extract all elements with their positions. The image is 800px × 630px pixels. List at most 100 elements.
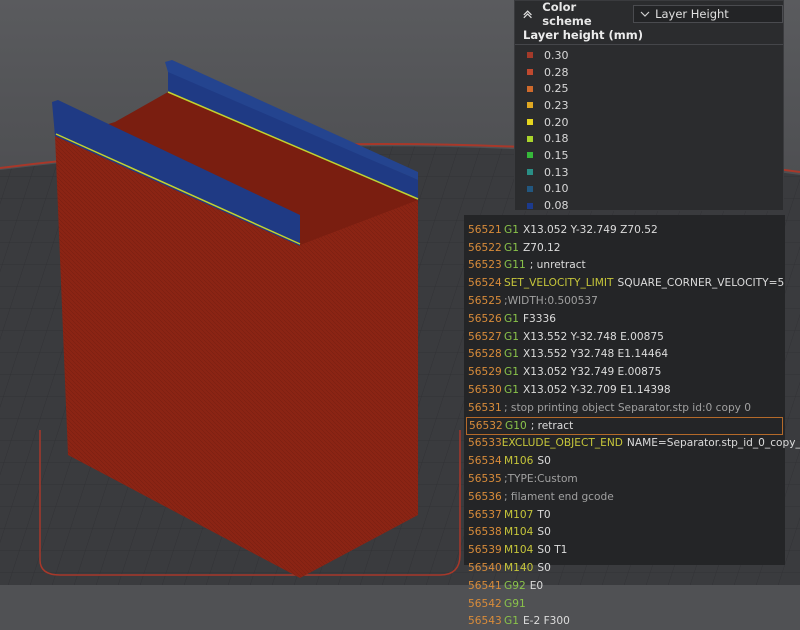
gcode-arguments: X13.052 Y-32.749 Z70.52 — [522, 223, 658, 236]
legend-label: 0.28 — [544, 65, 569, 79]
legend-panel: Color scheme Layer Height Layer height (… — [514, 0, 784, 214]
gcode-viewer[interactable]: 56521 G1 X13.052 Y-32.749 Z70.52 56522 G1 Z70… — [464, 215, 800, 627]
gcode-line[interactable]: 56529 G1 X13.052 Y32.749 E.00875 — [464, 363, 785, 381]
gcode-line-number: 56531 — [468, 401, 502, 414]
gcode-command: M107 — [504, 508, 534, 521]
legend-title: Layer height (mm) — [515, 27, 783, 45]
collapse-chevron-up-icon[interactable] — [521, 7, 534, 21]
gcode-arguments: E-2 F300 — [522, 615, 570, 628]
gcode-arguments: X13.052 Y-32.709 E1.14398 — [522, 384, 671, 397]
gcode-command: G91 — [504, 597, 526, 610]
legend-swatch — [527, 69, 533, 76]
legend-swatch — [527, 52, 533, 59]
gcode-command: G1 — [504, 241, 519, 254]
gcode-line-number: 56540 — [468, 562, 502, 575]
gcode-arguments: NAME=Separator.stp_id_0_copy_0 — [626, 437, 800, 450]
gcode-comment: ; stop printing object Separator.stp id:… — [504, 401, 752, 414]
legend-list: 0.30 0.28 0.25 0.23 0.20 0.18 0.15 0.13 0.10 0.08 — [515, 45, 783, 214]
gcode-command: G1 — [504, 312, 519, 325]
gcode-line[interactable]: 56528 G1 X13.552 Y32.748 E1.14464 — [464, 346, 785, 364]
legend-swatch — [527, 135, 533, 142]
gcode-arguments: S0 — [537, 455, 551, 468]
gcode-line[interactable]: 56522 G1 Z70.12 — [464, 239, 785, 257]
gcode-line[interactable]: 56521 G1 X13.052 Y-32.749 Z70.52 — [464, 221, 785, 239]
legend-swatch — [527, 119, 533, 126]
legend-label: 0.08 — [544, 199, 569, 213]
gcode-line-number: 56521 — [468, 223, 502, 236]
gcode-arguments: S0 — [537, 562, 551, 575]
gcode-line[interactable]: 56533 EXCLUDE_OBJECT_END NAME=Separator.st… — [464, 435, 800, 453]
gcode-line-number: 56543 — [468, 615, 502, 628]
gcode-comment: ; filament end gcode — [504, 490, 614, 503]
gcode-command: G11 — [504, 259, 526, 272]
gcode-line[interactable]: 56527 G1 X13.552 Y-32.748 E.00875 — [464, 328, 785, 346]
legend-header: Color scheme Layer Height — [515, 0, 783, 28]
legend-label: 0.30 — [544, 48, 569, 62]
gcode-line[interactable]: 56542 G91 — [464, 595, 785, 613]
gcode-line-number: 56523 — [468, 259, 502, 272]
color-scheme-label: Color scheme — [542, 0, 592, 28]
legend-item: 0.28 — [527, 64, 783, 81]
gcode-line[interactable]: 56525 ;WIDTH:0.500537 — [464, 292, 785, 310]
gcode-command: G1 — [504, 615, 519, 628]
gcode-line[interactable]: 56535 ;TYPE:Custom — [464, 470, 785, 488]
legend-item: 0.15 — [527, 147, 783, 164]
gcode-arguments: F3336 — [522, 312, 557, 325]
gcode-line-number: 56528 — [468, 348, 502, 361]
gcode-line[interactable]: 56543 G1 E-2 F300 — [464, 613, 785, 630]
legend-swatch — [527, 202, 533, 209]
gcode-command: M106 — [504, 455, 534, 468]
legend-item: 0.08 — [527, 197, 783, 214]
gcode-line[interactable]: 56540 M140 S0 — [464, 559, 785, 577]
gcode-arguments: ; retract — [530, 419, 574, 432]
color-scheme-value: Layer Height — [655, 7, 729, 21]
legend-swatch — [527, 185, 533, 192]
gcode-command: M140 — [504, 562, 534, 575]
gcode-arguments: X13.552 Y32.748 E1.14464 — [522, 348, 669, 361]
gcode-arguments: Z70.12 — [522, 241, 561, 254]
gcode-command: EXCLUDE_OBJECT_END — [501, 437, 623, 450]
legend-swatch — [527, 85, 533, 92]
gcode-line[interactable]: 56539 M104 S0 T1 — [464, 541, 785, 559]
gcode-command: M104 — [504, 544, 534, 557]
gcode-line-selected[interactable]: 56532 G10; retract — [466, 416, 783, 435]
gcode-line[interactable]: 56534 M106 S0 — [464, 452, 785, 470]
gcode-line[interactable]: 56537 M107 T0 — [464, 506, 785, 524]
legend-label: 0.25 — [544, 82, 569, 96]
gcode-line-number: 56530 — [468, 384, 502, 397]
side-ruler-stub — [786, 76, 800, 98]
gcode-line-number: 56525 — [468, 295, 502, 308]
gcode-line-number: 56535 — [468, 473, 502, 486]
legend-label: 0.20 — [544, 115, 569, 129]
gcode-command: G1 — [504, 223, 519, 236]
gcode-command: SET_VELOCITY_LIMIT — [504, 277, 614, 290]
gcode-command: G1 — [504, 366, 519, 379]
color-scheme-dropdown[interactable]: Layer Height — [633, 5, 783, 23]
legend-item: 0.13 — [527, 164, 783, 181]
gcode-line[interactable]: 56536; filament end gcode — [464, 488, 785, 506]
gcode-line[interactable]: 56541 G92 E0 — [464, 577, 785, 595]
gcode-line-number: 56524 — [468, 277, 502, 290]
gcode-line[interactable]: 56523 G11; unretract — [464, 257, 785, 275]
gcode-line[interactable]: 56538 M104 S0 — [464, 524, 785, 542]
legend-item: 0.10 — [527, 181, 783, 198]
legend-item: 0.30 — [527, 47, 783, 64]
gcode-arguments: X13.552 Y-32.748 E.00875 — [522, 330, 664, 343]
gcode-line-number: 56538 — [468, 526, 502, 539]
gcode-command: G92 — [504, 579, 526, 592]
gcode-line[interactable]: 56524 SET_VELOCITY_LIMIT SQUARE_CORNER_VEL… — [464, 274, 785, 292]
gcode-line-number: 56527 — [468, 330, 502, 343]
gcode-line[interactable]: 56531; stop printing object Separator.st… — [464, 399, 785, 417]
gcode-arguments: X13.052 Y32.749 E.00875 — [522, 366, 662, 379]
object-side-wall — [300, 200, 418, 578]
legend-label: 0.15 — [544, 148, 569, 162]
gcode-line[interactable]: 56530 G1 X13.052 Y-32.709 E1.14398 — [464, 381, 785, 399]
chevron-down-icon — [640, 11, 650, 17]
gcode-line-number: 56529 — [468, 366, 502, 379]
gcode-comment: ;TYPE:Custom — [504, 473, 578, 486]
gcode-line[interactable]: 56526 G1 F3336 — [464, 310, 785, 328]
gcode-comment: ;WIDTH:0.500537 — [504, 295, 598, 308]
gcode-arguments: S0 — [537, 526, 551, 539]
gcode-line-number: 56542 — [468, 597, 502, 610]
gcode-command: M104 — [504, 526, 534, 539]
